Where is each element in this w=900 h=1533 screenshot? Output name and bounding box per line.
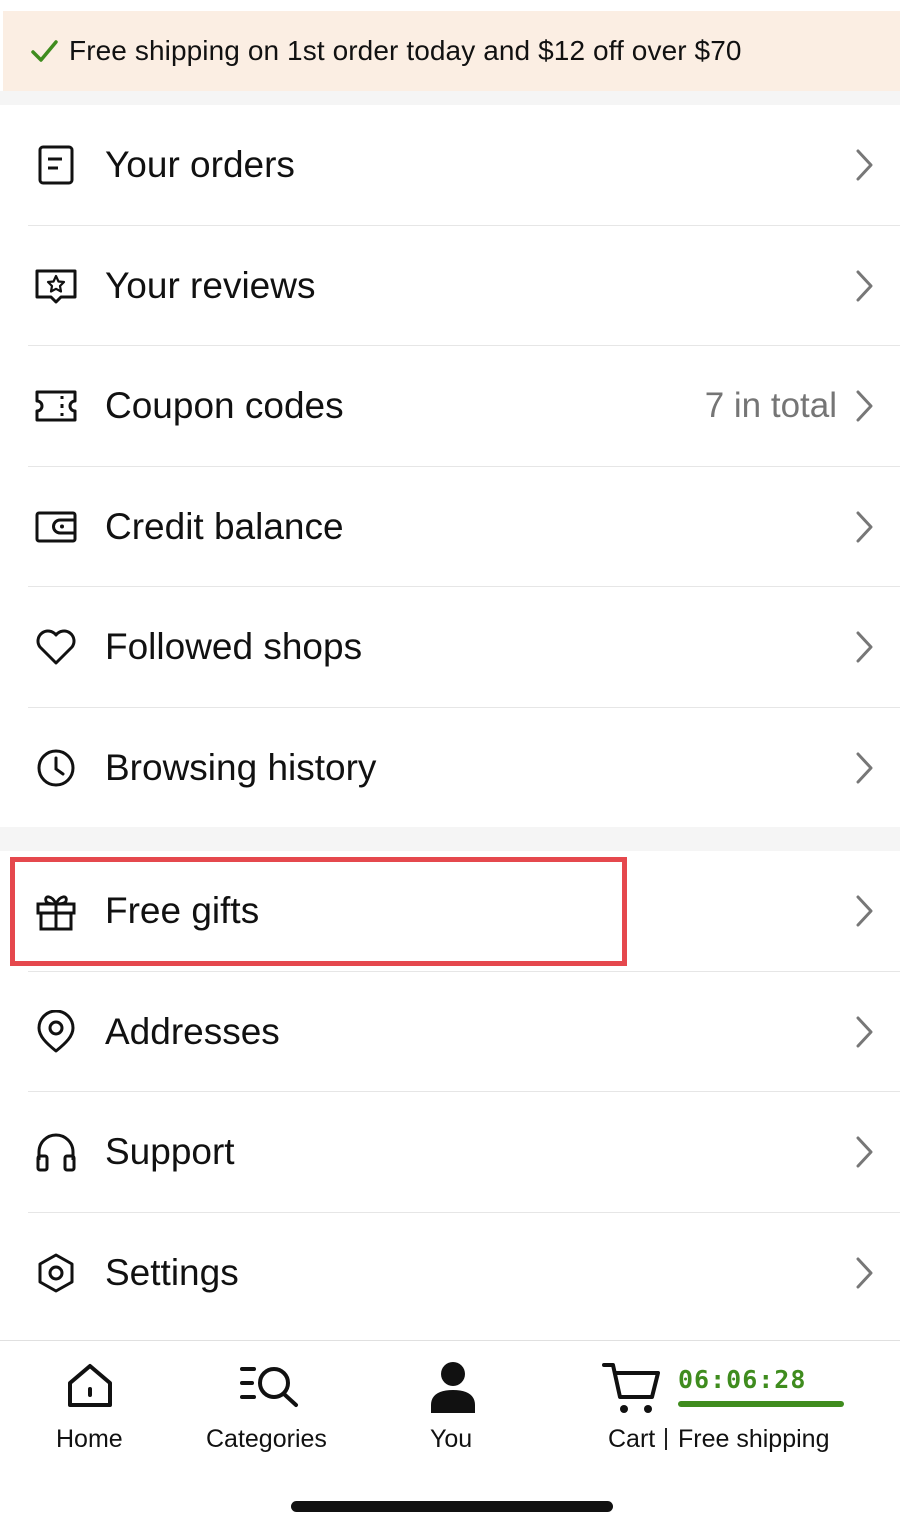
heart-icon xyxy=(34,625,78,669)
gift-icon xyxy=(34,889,78,933)
tab-label: Categories xyxy=(206,1425,327,1453)
chevron-right-icon xyxy=(856,1257,873,1289)
banner-text: Free shipping on 1st order today and $12… xyxy=(69,35,742,66)
settings-hexagon-icon xyxy=(34,1251,78,1295)
home-indicator xyxy=(291,1501,613,1512)
section-gap xyxy=(0,827,900,851)
chevron-right-icon xyxy=(856,631,873,663)
free-shipping-label: Free shipping xyxy=(678,1425,830,1453)
tab-you[interactable]: You xyxy=(415,1341,495,1471)
wallet-icon xyxy=(34,505,78,549)
coupon-count: 7 in total xyxy=(704,386,837,426)
checkmark-icon xyxy=(31,40,58,62)
menu-item-label: Followed shops xyxy=(105,626,363,668)
menu-item-credit-balance[interactable]: Credit balance xyxy=(0,467,900,587)
more-menu-group: Free gifts Addresses Support Settings xyxy=(0,851,900,1333)
chevron-right-icon xyxy=(856,149,873,181)
home-icon xyxy=(68,1364,112,1407)
chevron-right-icon xyxy=(856,270,873,302)
section-gap xyxy=(0,91,900,105)
menu-item-label: Browsing history xyxy=(105,746,377,788)
chevron-right-icon xyxy=(856,511,873,543)
tab-cart[interactable]: 06:06:28 Cart Free shipping xyxy=(600,1341,860,1471)
menu-item-label: Free gifts xyxy=(105,890,260,932)
free-shipping-banner[interactable]: Free shipping on 1st order today and $12… xyxy=(3,11,900,91)
headphones-icon xyxy=(34,1130,78,1174)
coupon-ticket-icon xyxy=(34,384,78,428)
menu-item-followed-shops[interactable]: Followed shops xyxy=(0,587,900,708)
person-icon xyxy=(431,1362,475,1413)
tab-label: Home xyxy=(56,1425,123,1453)
account-menu-group: Your orders Your reviews Coupon codes 7 … xyxy=(0,105,900,828)
cart-icon xyxy=(602,1363,660,1413)
categories-search-icon xyxy=(240,1367,298,1407)
clock-icon xyxy=(34,746,78,790)
countdown-progress-bar xyxy=(678,1401,844,1407)
menu-item-settings[interactable]: Settings xyxy=(0,1213,900,1334)
menu-item-label: Credit balance xyxy=(105,505,344,547)
tab-categories[interactable]: Categories xyxy=(200,1341,340,1471)
chevron-right-icon xyxy=(856,895,873,927)
menu-item-label: Addresses xyxy=(105,1010,280,1052)
chevron-right-icon xyxy=(856,752,873,784)
menu-item-your-orders[interactable]: Your orders xyxy=(0,105,900,226)
divider xyxy=(665,1428,667,1450)
menu-item-browsing-history[interactable]: Browsing history xyxy=(0,708,900,829)
menu-item-label: Support xyxy=(105,1131,235,1173)
menu-item-your-reviews[interactable]: Your reviews xyxy=(0,226,900,346)
menu-item-label: Your reviews xyxy=(105,264,316,306)
menu-item-label: Coupon codes xyxy=(105,385,344,427)
tab-label: Cart xyxy=(608,1425,656,1453)
orders-document-icon xyxy=(34,143,78,187)
menu-item-addresses[interactable]: Addresses xyxy=(0,972,900,1092)
menu-item-free-gifts[interactable]: Free gifts xyxy=(0,851,900,972)
location-pin-icon xyxy=(34,1009,78,1054)
shipping-countdown-timer: 06:06:28 xyxy=(678,1365,807,1394)
chevron-right-icon xyxy=(856,390,873,422)
menu-item-label: Settings xyxy=(105,1251,239,1293)
tab-label: You xyxy=(430,1425,473,1453)
menu-item-label: Your orders xyxy=(105,144,295,186)
chevron-right-icon xyxy=(856,1136,873,1168)
menu-item-support[interactable]: Support xyxy=(0,1092,900,1213)
tab-home[interactable]: Home xyxy=(40,1341,140,1471)
chevron-right-icon xyxy=(856,1016,873,1048)
menu-item-coupon-codes[interactable]: Coupon codes 7 in total xyxy=(0,346,900,467)
review-star-icon xyxy=(34,264,78,308)
